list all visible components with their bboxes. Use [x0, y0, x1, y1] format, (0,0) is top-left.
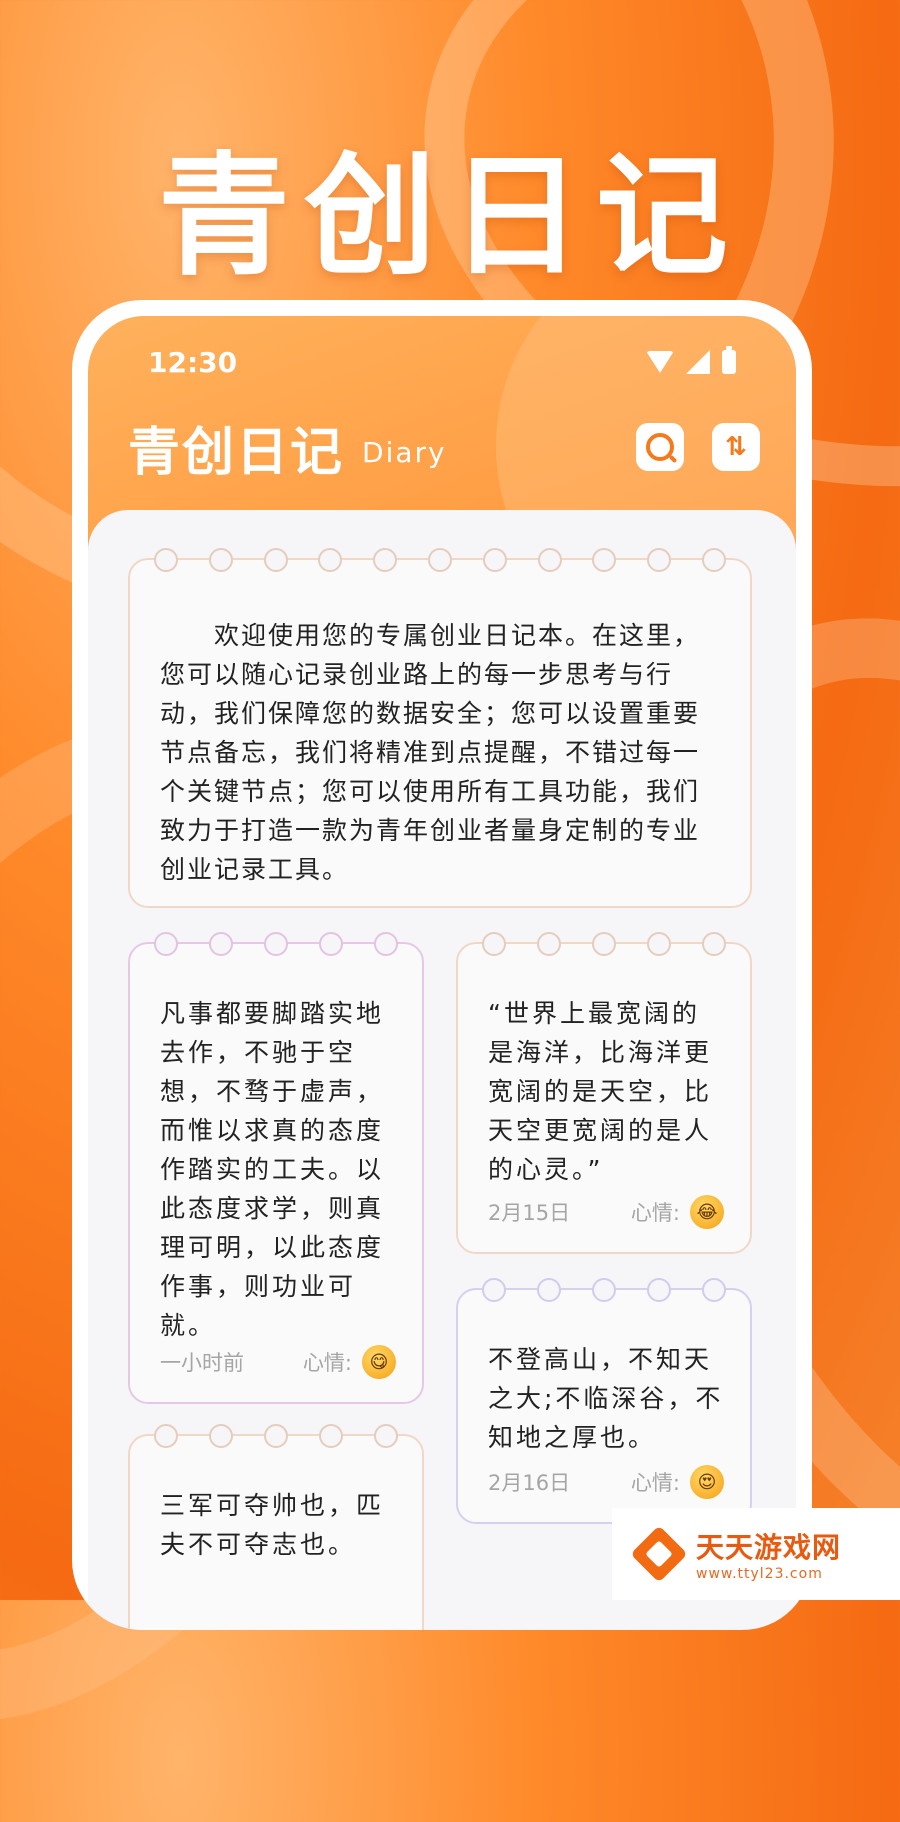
tongue-out-emoji-icon: 😋	[362, 1345, 396, 1379]
mood-label: 心情:	[630, 1201, 680, 1225]
diary-card-time: 2月15日	[488, 1201, 571, 1225]
mood-label: 心情:	[630, 1471, 680, 1495]
spiral-rings	[154, 548, 726, 574]
watermark-text: 天天游戏网 www.ttyl23.com	[696, 1526, 841, 1582]
spiral-rings	[482, 932, 726, 958]
diary-card-time: 一小时前	[160, 1351, 244, 1375]
watermark-name: 天天游戏网	[696, 1531, 842, 1564]
spiral-rings	[154, 1424, 398, 1450]
watermark-logo-icon	[630, 1525, 688, 1583]
app-title: 青创日记	[128, 422, 345, 483]
app-subtitle: Diary	[362, 435, 447, 469]
app-header: 青创日记 Diary ⇅	[128, 412, 760, 483]
spiral-rings	[154, 932, 398, 958]
header-actions: ⇅	[636, 423, 760, 471]
diary-card[interactable]: “世界上最宽阔的是海洋，比海洋更宽阔的是天空，比天空更宽阔的是人的心灵。” 2月…	[456, 932, 752, 1254]
diary-card-footer: 2月16日 心情: 😍	[488, 1462, 724, 1502]
diary-card-text: 凡事都要脚踏实地去作，不驰于空想，不骛于虚声，而惟以求真的态度作踏实的工夫。以此…	[160, 999, 385, 1340]
welcome-note-card[interactable]: 欢迎使用您的专属创业日记本。在这里，您可以随心记录创业路上的每一步思考与行动，我…	[128, 548, 752, 908]
diary-list: 欢迎使用您的专属创业日记本。在这里，您可以随心记录创业路上的每一步思考与行动，我…	[88, 510, 796, 1630]
diary-card-footer: 一小时前 心情: 😋	[160, 1342, 396, 1382]
mood-label: 心情:	[302, 1351, 352, 1375]
welcome-note-text: 欢迎使用您的专属创业日记本。在这里，您可以随心记录创业路上的每一步思考与行动，我…	[160, 621, 701, 884]
laughing-tears-emoji-icon: 😂	[690, 1195, 724, 1229]
diary-card-text: 不登高山，不知天之大;不临深谷，不知地之厚也。	[488, 1345, 724, 1452]
search-icon	[646, 433, 674, 461]
diary-card-text: “世界上最宽阔的是海洋，比海洋更宽阔的是天空，比天空更宽阔的是人的心灵。”	[488, 999, 713, 1184]
diary-card-text: 三军可夺帅也，匹夫不可夺志也。	[160, 1491, 385, 1559]
spiral-rings	[482, 1278, 726, 1304]
sort-button[interactable]: ⇅	[712, 423, 760, 471]
watermark-url: www.ttyl23.com	[696, 1566, 823, 1582]
wifi-icon	[646, 351, 674, 373]
phone-screen: 12:30 青创日记 Diary ⇅ 欢迎使用您的专属创业日记本。在这里，您可以…	[88, 316, 796, 1630]
search-button[interactable]	[636, 423, 684, 471]
diary-card-time: 2月16日	[488, 1471, 571, 1495]
heart-eyes-emoji-icon: 😍	[690, 1465, 724, 1499]
diary-card[interactable]: 凡事都要脚踏实地去作，不驰于空想，不骛于虚声，而惟以求真的态度作踏实的工夫。以此…	[128, 932, 424, 1404]
phone-mockup: 12:30 青创日记 Diary ⇅ 欢迎使用您的专属创业日记本。在这里，您可以…	[72, 300, 812, 1630]
battery-icon	[722, 346, 736, 374]
watermark: 天天游戏网 www.ttyl23.com	[612, 1508, 900, 1600]
signal-icon	[686, 350, 710, 374]
diary-card[interactable]: 三军可夺帅也，匹夫不可夺志也。	[128, 1424, 424, 1630]
sort-icon: ⇅	[725, 432, 747, 462]
status-time: 12:30	[148, 345, 238, 379]
diary-card-footer: 2月15日 心情: 😂	[488, 1192, 724, 1232]
diary-card[interactable]: 不登高山，不知天之大;不临深谷，不知地之厚也。 2月16日 心情: 😍	[456, 1278, 752, 1524]
status-icons	[646, 346, 736, 374]
hero-title: 青创日记	[158, 140, 742, 294]
status-bar: 12:30	[148, 342, 736, 382]
